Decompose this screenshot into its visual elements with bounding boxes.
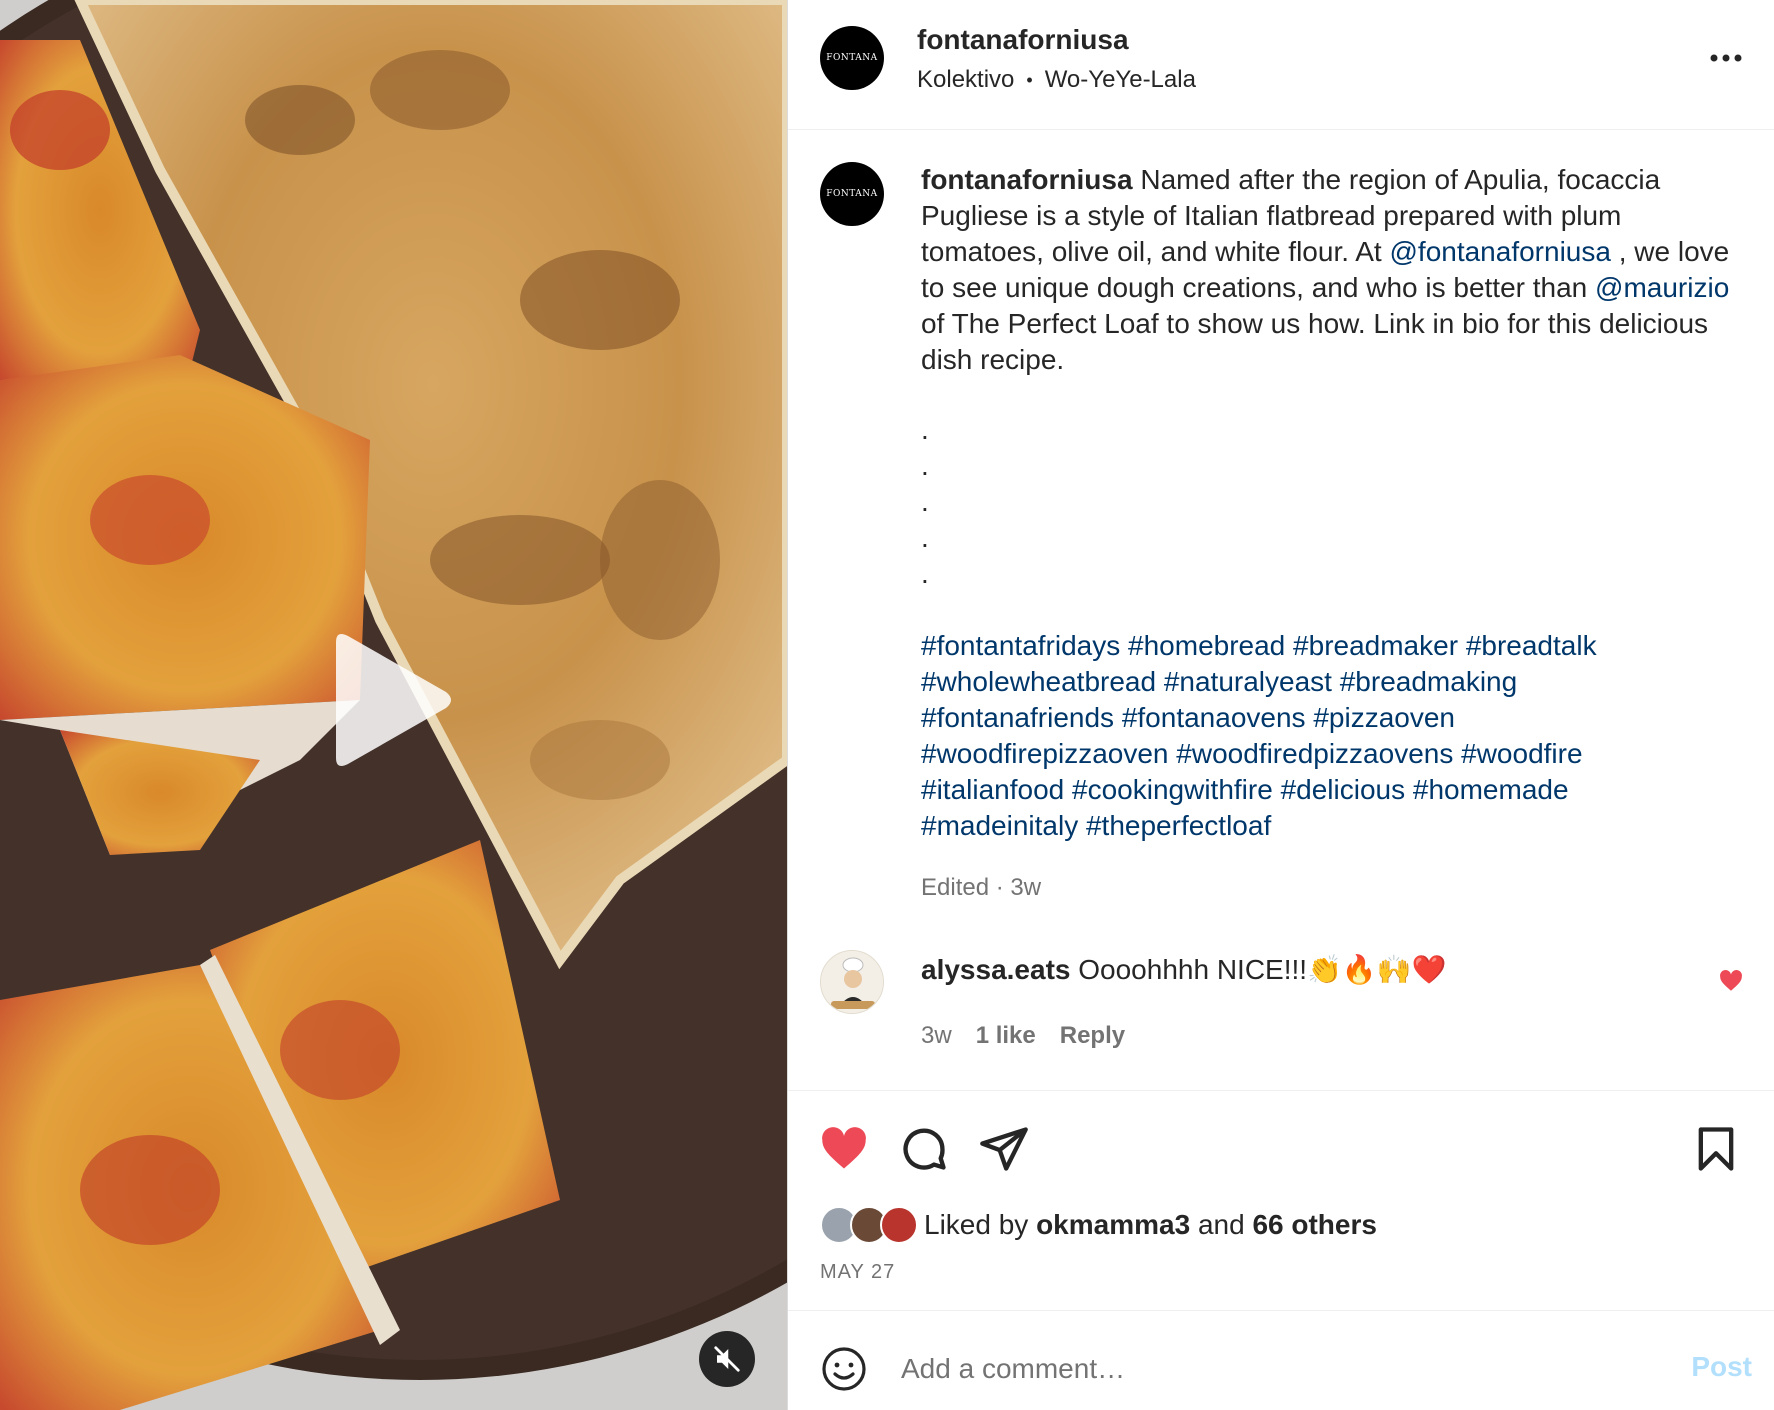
post-details-pane: FONTANA fontanaforniusa Kolektivo • Wo-Y… <box>788 0 1774 1410</box>
post-actions: Liked by okmamma3 and 66 others MAY 27 <box>788 1090 1774 1310</box>
hashtag-link[interactable]: #fontanaovens <box>1122 702 1306 733</box>
caption-username[interactable]: fontanaforniusa <box>921 164 1133 195</box>
hashtag-link[interactable]: #wholewheatbread <box>921 666 1156 697</box>
post-comment-button[interactable]: Post <box>1691 1351 1752 1383</box>
hashtag-link[interactable]: #italianfood <box>921 774 1064 805</box>
comments-section: FONTANA fontanaforniusa Named after the … <box>788 130 1774 1090</box>
paper-plane-icon <box>980 1127 1028 1171</box>
hashtag-link[interactable]: #homebread <box>1128 630 1285 661</box>
share-button[interactable] <box>978 1123 1030 1175</box>
commenter-avatar[interactable] <box>820 950 884 1014</box>
likes-text: Liked by okmamma3 and 66 others <box>924 1209 1377 1241</box>
hashtag-link[interactable]: #fontanafriends <box>921 702 1114 733</box>
emoji-button[interactable] <box>820 1345 868 1393</box>
comment-input[interactable] <box>901 1341 1601 1397</box>
caption-mention[interactable]: @fontanaforniusa <box>1389 236 1610 267</box>
caption-dot: . <box>921 450 929 481</box>
caption-dots: . . . . . <box>921 412 929 592</box>
caption-author-avatar[interactable]: FONTANA <box>820 162 884 226</box>
post-caption: fontanaforniusa Named after the region o… <box>921 162 1741 378</box>
audio-separator: • <box>1026 69 1033 90</box>
comment-username[interactable]: alyssa.eats <box>921 954 1070 985</box>
caption-dot: . <box>921 414 929 445</box>
likes-prefix: Liked by <box>924 1209 1037 1240</box>
bookmark-icon <box>1698 1127 1734 1171</box>
add-comment-bar: Post <box>788 1310 1774 1410</box>
comment-meta: 3w 1 like Reply <box>921 1022 1125 1050</box>
post-edited-time: Edited · 3w <box>921 874 1042 901</box>
likes-others[interactable]: 66 others <box>1252 1209 1377 1240</box>
smiley-icon <box>822 1347 866 1391</box>
audio-track[interactable]: Wo-YeYe-Lala <box>1045 66 1196 94</box>
likes-middle: and <box>1190 1209 1253 1240</box>
hashtag-link[interactable]: #naturalyeast <box>1164 666 1332 697</box>
liker-avatar <box>880 1206 918 1244</box>
comment-body: alyssa.eats Oooohhhh NICE!!!👏🔥🙌❤️ <box>921 952 1447 988</box>
save-button[interactable] <box>1690 1123 1742 1175</box>
hashtag-link[interactable]: #pizzaoven <box>1313 702 1455 733</box>
hashtag-link[interactable]: #cookingwithfire <box>1072 774 1273 805</box>
avatar-logo-text: FONTANA <box>826 189 878 199</box>
play-button[interactable] <box>326 630 456 770</box>
caption-dot: . <box>921 522 929 553</box>
comment-reply-button[interactable]: Reply <box>1060 1022 1125 1050</box>
avatar-logo-text: FONTANA <box>826 53 878 63</box>
comment-text: Oooohhhh NICE!!!👏🔥🙌❤️ <box>1070 954 1447 985</box>
hashtag-link[interactable]: #homemade <box>1413 774 1569 805</box>
hashtag-link[interactable]: #woodfire <box>1461 738 1582 769</box>
mute-toggle-button[interactable] <box>699 1331 755 1387</box>
caption-text-part: of The Perfect Loaf to show us how. Link… <box>921 308 1709 375</box>
comment-likes-count[interactable]: 1 like <box>976 1022 1036 1050</box>
more-options-button[interactable] <box>1706 40 1746 76</box>
comment-button[interactable] <box>898 1123 950 1175</box>
liker-avatars <box>820 1203 920 1247</box>
hashtag-link[interactable]: #breadtalk <box>1466 630 1597 661</box>
caption-mention[interactable]: @maurizio <box>1595 272 1729 303</box>
author-username[interactable]: fontanaforniusa <box>917 24 1129 56</box>
caption-dot: . <box>921 558 929 589</box>
author-avatar[interactable]: FONTANA <box>820 26 884 90</box>
caption-hashtags: #fontantafridays #homebread #breadmaker … <box>921 628 1741 844</box>
comment-like-button[interactable] <box>1718 968 1744 994</box>
post-video[interactable] <box>0 0 787 1410</box>
hashtag-link[interactable]: #madeinitaly <box>921 810 1078 841</box>
comment-bubble-icon <box>903 1128 946 1170</box>
caption-dot: . <box>921 486 929 517</box>
post-date[interactable]: MAY 27 <box>820 1261 895 1284</box>
hashtag-link[interactable]: #breadmaker <box>1293 630 1458 661</box>
hashtag-link[interactable]: #delicious <box>1281 774 1406 805</box>
comment-age: 3w <box>921 1022 952 1049</box>
post-header: FONTANA fontanaforniusa Kolektivo • Wo-Y… <box>788 0 1774 130</box>
hashtag-link[interactable]: #fontantafridays <box>921 630 1120 661</box>
like-button[interactable] <box>818 1123 870 1175</box>
likes-summary[interactable]: Liked by okmamma3 and 66 others <box>820 1203 1377 1247</box>
muted-speaker-icon <box>714 1346 740 1372</box>
hashtag-link[interactable]: #woodfirepizzaoven <box>921 738 1169 769</box>
heart-filled-icon <box>822 1127 866 1169</box>
play-icon <box>336 634 451 766</box>
hashtag-link[interactable]: #breadmaking <box>1340 666 1517 697</box>
audio-attribution[interactable]: Kolektivo • Wo-YeYe-Lala <box>917 66 1196 94</box>
hashtag-link[interactable]: #woodfiredpizzaovens <box>1176 738 1453 769</box>
chef-avatar-icon <box>821 951 883 1013</box>
audio-artist[interactable]: Kolektivo <box>917 66 1014 94</box>
likes-user[interactable]: okmamma3 <box>1036 1209 1190 1240</box>
heart-filled-icon <box>1720 970 1742 991</box>
hashtag-link[interactable]: #theperfectloaf <box>1086 810 1271 841</box>
more-horizontal-icon <box>1710 54 1742 62</box>
